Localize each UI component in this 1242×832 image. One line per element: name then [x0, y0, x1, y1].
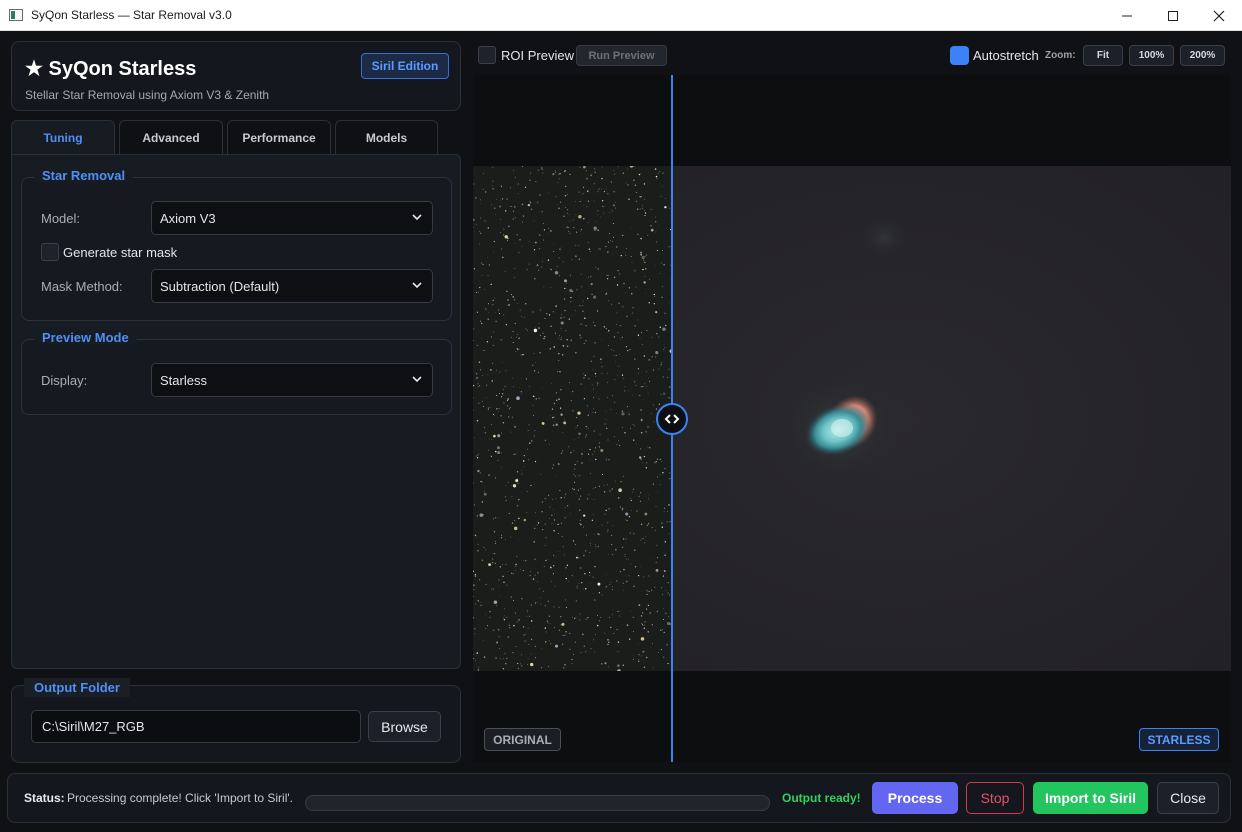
star-mask-label: Generate star mask	[63, 245, 178, 260]
run-preview-button[interactable]: Run Preview	[576, 45, 667, 66]
output-path-input[interactable]: C:\Siril\M27_RGB	[31, 710, 361, 743]
stop-button[interactable]: Stop	[966, 782, 1024, 814]
chevron-down-icon	[412, 282, 422, 289]
process-button[interactable]: Process	[872, 782, 958, 814]
mask-method-select[interactable]: Subtraction (Default)	[151, 269, 433, 303]
split-handle[interactable]	[656, 403, 688, 435]
output-folder-group: Output Folder C:\Siril\M27_RGB Browse	[11, 678, 461, 763]
zoom-200-button[interactable]: 200%	[1180, 45, 1225, 66]
zoom-fit-button[interactable]: Fit	[1083, 45, 1123, 66]
preview-mode-group: Preview Mode Display: Starless	[21, 330, 452, 415]
minimize-button[interactable]	[1104, 0, 1150, 31]
starfield-image	[473, 164, 674, 673]
original-image	[473, 164, 674, 673]
close-button[interactable]: Close	[1157, 782, 1219, 814]
app-name: ★ SyQon Starless	[25, 58, 197, 80]
maximize-icon	[1168, 10, 1178, 21]
roi-preview-checkbox[interactable]	[478, 46, 496, 64]
tab-models[interactable]: Models	[335, 120, 438, 155]
status-bar: Status: Processing complete! Click 'Impo…	[7, 773, 1231, 823]
star-removal-title: Star Removal	[34, 168, 134, 183]
model-select-value: Axiom V3	[160, 210, 216, 226]
app-icon	[9, 9, 23, 21]
display-label: Display:	[41, 373, 88, 388]
tuning-panel: Star Removal Model: Axiom V3 Generate st…	[11, 154, 461, 669]
model-label: Model:	[41, 211, 81, 226]
starless-image	[672, 166, 1231, 671]
starless-tag: STARLESS	[1139, 728, 1219, 751]
tab-advanced[interactable]: Advanced	[119, 120, 223, 155]
roi-preview-label: ROI Preview	[501, 48, 574, 63]
nebula-image	[770, 214, 912, 488]
status-label: Status:	[24, 791, 65, 805]
zoom-label: Zoom:	[1045, 50, 1076, 61]
autostretch-label: Autostretch	[973, 48, 1039, 63]
preview-canvas[interactable]: ORIGINAL STARLESS	[473, 75, 1231, 762]
import-to-siril-button[interactable]: Import to Siril	[1033, 782, 1148, 814]
minimize-icon	[1122, 15, 1132, 16]
window-titlebar: SyQon Starless — Star Removal v3.0	[0, 0, 1242, 31]
star-mask-checkbox[interactable]	[41, 243, 59, 261]
mask-method-label: Mask Method:	[41, 279, 123, 294]
preview-mode-title: Preview Mode	[34, 330, 137, 345]
app-header-card: ★ SyQon Starless Stellar Star Removal us…	[11, 41, 461, 111]
output-folder-title: Output Folder	[24, 678, 130, 697]
mask-method-value: Subtraction (Default)	[160, 278, 280, 294]
display-select[interactable]: Starless	[151, 363, 433, 397]
edition-badge: Siril Edition	[361, 53, 449, 79]
tab-tuning[interactable]: Tuning	[11, 120, 115, 155]
chevron-down-icon	[412, 376, 422, 383]
split-arrows-icon	[664, 414, 680, 424]
output-ready-label: Output ready!	[782, 791, 861, 805]
display-select-value: Starless	[160, 372, 207, 388]
tab-performance[interactable]: Performance	[227, 120, 331, 155]
close-window-button[interactable]	[1196, 0, 1242, 31]
window-title: SyQon Starless — Star Removal v3.0	[31, 8, 232, 22]
model-select[interactable]: Axiom V3	[151, 201, 433, 235]
settings-tabs: Tuning Advanced Performance Models	[11, 120, 442, 155]
chevron-down-icon	[412, 214, 422, 221]
window-controls	[1104, 0, 1242, 31]
progress-bar	[305, 795, 770, 811]
star-removal-group: Star Removal Model: Axiom V3 Generate st…	[21, 168, 452, 321]
browse-button[interactable]: Browse	[368, 711, 441, 742]
zoom-100-button[interactable]: 100%	[1129, 45, 1174, 66]
maximize-button[interactable]	[1150, 0, 1196, 31]
original-tag: ORIGINAL	[484, 728, 561, 751]
close-icon	[1213, 10, 1225, 21]
status-text: Processing complete! Click 'Import to Si…	[67, 791, 293, 805]
app-subtitle: Stellar Star Removal using Axiom V3 & Ze…	[25, 88, 270, 102]
autostretch-checkbox[interactable]	[950, 46, 969, 65]
